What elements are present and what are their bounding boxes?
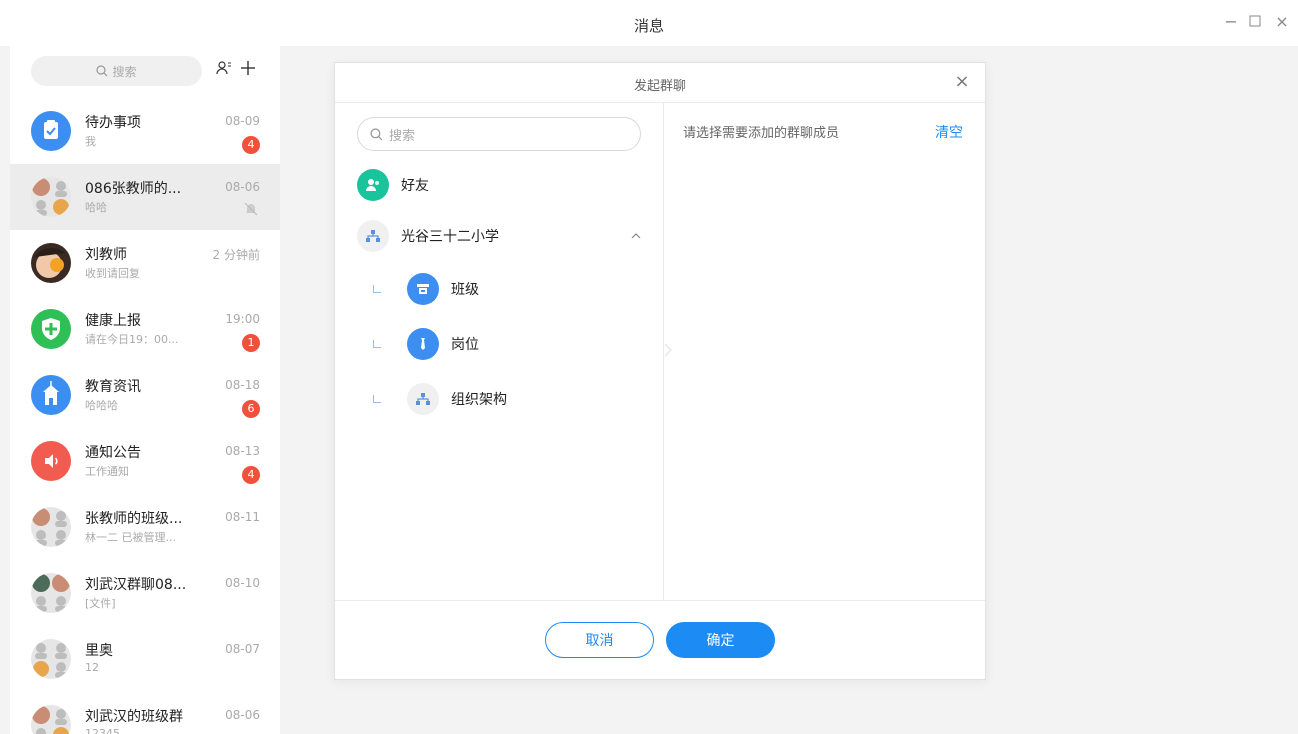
tree-connector [373, 340, 381, 348]
conversation-preview: 我 [85, 135, 96, 148]
conversation-time: 19:00 [225, 312, 260, 326]
conversation-sidebar: 搜索 待办事项 我 08-09 4 086张教师的... 哈哈 08-06 刘教… [10, 46, 280, 734]
org-icon [407, 383, 439, 415]
conversation-preview: 12 [85, 661, 99, 674]
conversation-name: 刘教师 [85, 247, 127, 263]
tree-connector [373, 395, 381, 403]
class-icon [407, 273, 439, 305]
school-row[interactable]: 光谷三十二小学 [357, 220, 641, 252]
conversation-name: 086张教师的... [85, 181, 182, 197]
title-bar: 消息 − × [0, 0, 1298, 46]
friends-label: 好友 [401, 178, 429, 194]
conversation-time: 08-09 [225, 114, 260, 128]
search-placeholder: 搜索 [389, 128, 416, 144]
child-row-position[interactable]: 岗位 [407, 328, 479, 360]
add-icon[interactable] [238, 60, 258, 80]
conversation-item[interactable]: 里奥 12 08-07 [10, 626, 280, 692]
org-icon [357, 220, 389, 252]
conversation-time: 08-06 [225, 708, 260, 722]
group-avatar [31, 573, 71, 613]
group-avatar [31, 639, 71, 679]
friends-row[interactable]: 好友 [357, 169, 429, 201]
start-group-chat-dialog: 发起群聊 × 搜索 好友 光谷三十二小学 班级 岗位 组织架构 请选择需要添加的… [334, 62, 986, 680]
group-avatar [31, 177, 71, 217]
conversation-preview: 请在今日19：00... [85, 333, 179, 346]
conversation-time: 08-11 [225, 510, 260, 524]
divider [335, 600, 985, 601]
member-search-input[interactable]: 搜索 [357, 117, 641, 151]
school-icon [31, 375, 71, 415]
unread-badge: 6 [242, 400, 260, 418]
tree-connector [373, 285, 381, 293]
child-label: 班级 [451, 282, 479, 298]
mute-bell-icon [244, 202, 258, 216]
conversation-name: 待办事项 [85, 115, 141, 131]
child-row-class[interactable]: 班级 [407, 273, 479, 305]
conversation-item[interactable]: 张教师的班级... 林一二 已被管理... 08-11 [10, 494, 280, 560]
conversation-name: 健康上报 [85, 313, 141, 329]
dialog-title: 发起群聊 [633, 79, 686, 94]
window-title: 消息 [633, 17, 664, 35]
conversation-time: 08-10 [225, 576, 260, 590]
speaker-icon [31, 441, 71, 481]
conversation-name: 张教师的班级... [85, 511, 183, 527]
unread-badge: 4 [242, 136, 260, 154]
conversation-preview: 12345 [85, 727, 120, 734]
conversation-preview: 林一二 已被管理... [85, 531, 176, 544]
selection-hint: 请选择需要添加的群聊成员 [683, 126, 840, 141]
conversation-item[interactable]: 刘教师 收到请回复 2 分钟前 [10, 230, 280, 296]
divider [335, 102, 985, 103]
user-photo-avatar [31, 243, 71, 283]
chevron-up-icon[interactable] [631, 230, 641, 243]
confirm-button[interactable]: 确定 [666, 622, 775, 658]
health-shield-icon [31, 309, 71, 349]
unread-badge: 4 [242, 466, 260, 484]
conversation-item[interactable]: 待办事项 我 08-09 4 [10, 98, 280, 164]
friends-icon [357, 169, 389, 201]
conversation-name: 通知公告 [85, 445, 141, 461]
conversation-time: 08-18 [225, 378, 260, 392]
tie-icon [407, 328, 439, 360]
close-window-icon[interactable]: × [1273, 13, 1291, 31]
conversation-item[interactable]: 健康上报 请在今日19：00... 19:00 1 [10, 296, 280, 362]
search-placeholder: 搜索 [112, 64, 137, 79]
chevron-right-icon [664, 343, 673, 357]
conversation-time: 08-13 [225, 444, 260, 458]
conversation-name: 教育资讯 [85, 379, 141, 395]
conversation-item[interactable]: 刘武汉群聊08... [文件] 08-10 [10, 560, 280, 626]
conversation-name: 里奥 [85, 643, 113, 659]
conversation-time: 08-07 [225, 642, 260, 656]
cancel-button[interactable]: 取消 [545, 622, 654, 658]
conversation-item[interactable]: 086张教师的... 哈哈 08-06 [10, 164, 280, 230]
conversation-preview: [文件] [85, 597, 116, 610]
sidebar-search-input[interactable]: 搜索 [31, 56, 202, 86]
conversation-time: 08-06 [225, 180, 260, 194]
school-label: 光谷三十二小学 [401, 229, 499, 245]
conversation-preview: 收到请回复 [85, 267, 140, 280]
conversation-name: 刘武汉群聊08... [85, 577, 187, 593]
conversation-item[interactable]: 教育资讯 哈哈哈 08-18 6 [10, 362, 280, 428]
group-avatar [31, 507, 71, 547]
search-icon [96, 65, 108, 77]
child-label: 组织架构 [451, 392, 507, 408]
group-avatar [31, 705, 71, 734]
conversation-name: 刘武汉的班级群 [85, 709, 183, 725]
search-icon [370, 127, 383, 140]
child-label: 岗位 [451, 337, 479, 353]
conversation-preview: 哈哈哈 [85, 399, 118, 412]
conversation-time: 2 分钟前 [212, 248, 260, 262]
clear-button[interactable]: 清空 [935, 122, 963, 142]
conversation-item[interactable]: 刘武汉的班级群 12345 08-06 [10, 692, 280, 734]
conversation-item[interactable]: 通知公告 工作通知 08-13 4 [10, 428, 280, 494]
unread-badge: 1 [242, 334, 260, 352]
minimize-icon[interactable]: − [1222, 13, 1240, 31]
todo-icon [31, 111, 71, 151]
child-row-org[interactable]: 组织架构 [407, 383, 507, 415]
conversation-preview: 哈哈 [85, 201, 107, 214]
maximize-icon[interactable] [1246, 13, 1264, 31]
contacts-icon[interactable] [214, 60, 234, 80]
conversation-preview: 工作通知 [85, 465, 129, 478]
close-icon[interactable]: × [953, 73, 971, 91]
